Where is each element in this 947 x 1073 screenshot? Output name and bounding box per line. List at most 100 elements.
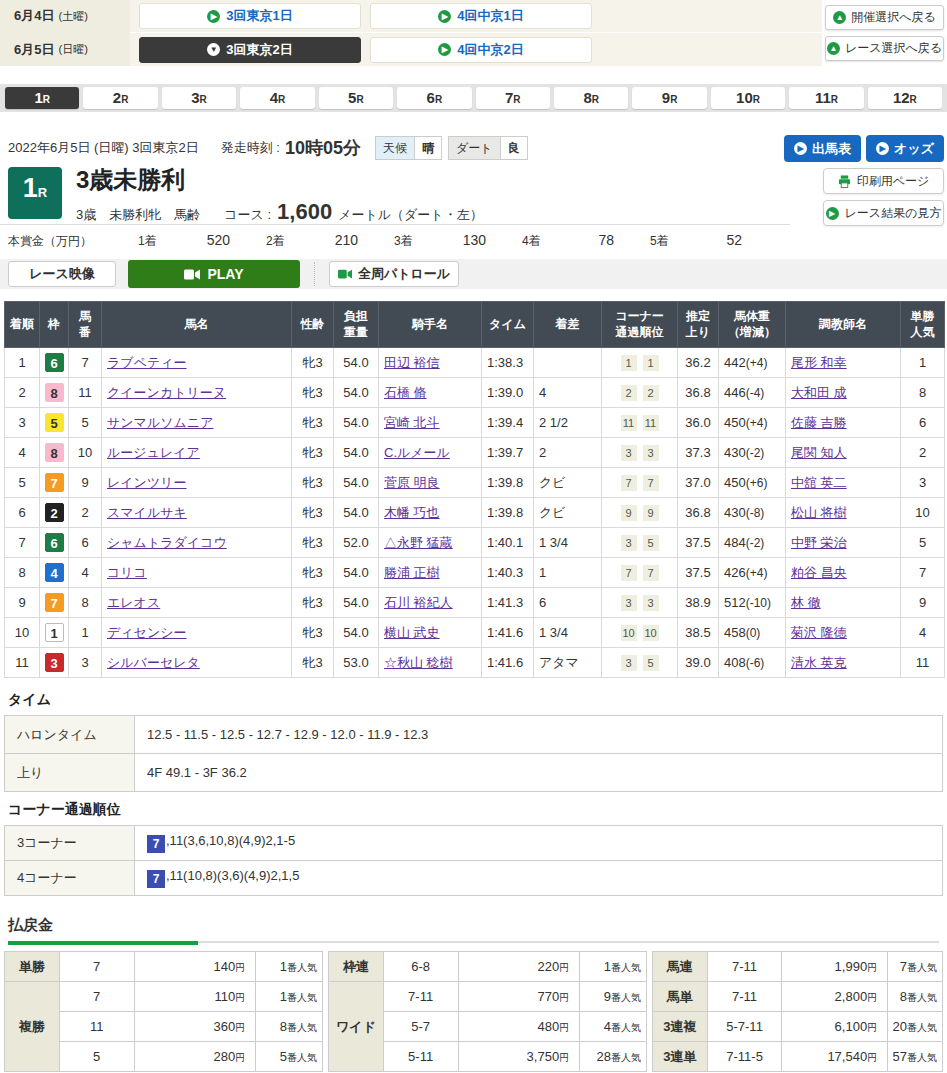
bracket-badge: 5 [45,413,64,432]
bet-type-label: 3連単 [652,1042,707,1072]
finish-position: 9 [5,588,40,618]
payout-popularity: 5番人気 [256,1042,323,1072]
result-guide-button[interactable]: ▶レース結果の見方 [823,200,944,226]
trainer-link[interactable]: 大和田 成 [791,385,847,400]
horse-name-link[interactable]: エレオス [107,595,160,610]
horse-name-link[interactable]: サンマルソムニア [107,415,213,430]
race-tab-4r[interactable]: 4R [240,87,314,109]
race-tab-2r[interactable]: 2R [83,87,157,109]
horse-name-link[interactable]: シャムトラダイコウ [107,535,227,550]
last-3f: 36.0 [678,408,719,438]
horse-name-link[interactable]: ディセンシー [107,625,187,640]
course-button-chukyo1[interactable]: ▶4回中京1日 [370,3,592,29]
trainer-link[interactable]: 菊沢 隆徳 [791,625,847,640]
trainer-link[interactable]: 中野 栄治 [791,535,847,550]
jockey-link[interactable]: C.ルメール [384,445,450,460]
corner-position: 5 [643,535,659,551]
odds-button[interactable]: ▶オッズ [866,135,944,162]
prize-amount: 520 [207,232,230,248]
jockey-link[interactable]: 横山 武史 [384,625,440,640]
trainer-link[interactable]: 尾形 和幸 [791,355,847,370]
time: 1:41.6 [482,648,534,678]
payout-popularity: 20番人気 [888,1012,943,1042]
prize-rank: 4着 [522,233,541,250]
last-3f: 37.5 [678,528,719,558]
bracket-number: 5 [40,408,69,438]
race-tab-6r[interactable]: 6R [397,87,471,109]
horse-name-link[interactable]: ルージュレイア [107,445,200,460]
race-tab-11r[interactable]: 11R [789,87,863,109]
play-button[interactable]: PLAY [128,260,300,288]
payout-row: 複勝7110円1番人気 [5,982,323,1012]
entry-table-button[interactable]: ▶出馬表 [784,135,861,162]
trainer-link[interactable]: 林 徹 [791,595,821,610]
course-button-tokyo2[interactable]: ▼3回東京2日 [139,37,361,63]
horse-number: 2 [69,498,102,528]
horse-weight-diff: (-2) [746,446,765,460]
date-row-sun: 6月5日 (日曜) ▼3回東京2日 ▶4回中京2日 [0,33,822,66]
corner-positions: 22 [602,378,678,408]
last-time-value: 4F 49.1 - 3F 36.2 [135,754,943,792]
race-tab-9r[interactable]: 9R [632,87,706,109]
horse-name-link[interactable]: ラブペティー [107,355,187,370]
trainer-link[interactable]: 中舘 英二 [791,475,847,490]
time: 1:38.3 [482,348,534,378]
back-to-race-select-button[interactable]: ▲レース選択へ戻る [825,36,944,61]
print-page-button[interactable]: 印刷用ページ [823,168,944,194]
race-tab-8r[interactable]: 8R [554,87,628,109]
jockey-link[interactable]: ☆秋山 稔樹 [384,655,453,670]
corner-section-title: コーナー通過順位 [8,801,947,819]
course-button-chukyo2[interactable]: ▶4回中京2日 [370,37,592,63]
back-to-kaisai-button[interactable]: ▲開催選択へ戻る [825,5,944,30]
payout-popularity: 1番人気 [580,952,647,982]
win-popularity: 2 [901,438,945,468]
race-tab-1r[interactable]: 1R [5,87,79,109]
jockey-link[interactable]: 石橋 脩 [384,385,427,400]
horse-name-link[interactable]: スマイルサキ [107,505,187,520]
race-tab-7r[interactable]: 7R [476,87,550,109]
payout-amount: 770円 [458,982,580,1012]
bet-selection: 7-11-5 [707,1042,782,1072]
time: 1:39.0 [482,378,534,408]
jockey-link[interactable]: 勝浦 正樹 [384,565,440,580]
jockey-link[interactable]: 木幡 巧也 [384,505,440,520]
race-tab-5r[interactable]: 5R [319,87,393,109]
trainer-link[interactable]: 松山 将樹 [791,505,847,520]
ninki-suffix: 番人気 [907,992,937,1003]
horse-name-link[interactable]: レインツリー [107,475,187,490]
jockey-link[interactable]: 菅原 明良 [384,475,440,490]
weather-chip: 天候 晴 [375,136,442,160]
corner-position: 10 [643,625,659,641]
trainer-link[interactable]: 尾関 知人 [791,445,847,460]
race-tab-12r[interactable]: 12R [868,87,942,109]
jockey-link[interactable]: 宮崎 北斗 [384,415,440,430]
jockey-name: 横山 武史 [379,618,482,648]
horse-weight: 512(-10) [719,588,786,618]
back-circle-icon: ▲ [827,42,840,55]
trainer-link[interactable]: 粕谷 昌央 [791,565,847,580]
jockey-link[interactable]: 田辺 裕信 [384,355,440,370]
horse-name: クイーンカトリーヌ [102,378,292,408]
jockey-link[interactable]: △永野 猛蔵 [384,535,453,550]
margin: 1 3/4 [534,528,602,558]
jockey-name: 宮崎 北斗 [379,408,482,438]
bracket-badge: 7 [45,593,64,612]
corner-position: 3 [621,535,637,551]
race-tab-3r[interactable]: 3R [162,87,236,109]
race-video-button[interactable]: レース映像 [8,261,116,287]
bet-selection: 5-11 [383,1042,458,1072]
bet-type-label: 馬連 [652,952,707,982]
bracket-badge: 2 [45,503,64,522]
horse-name-link[interactable]: クイーンカトリーヌ [107,385,226,400]
patrol-video-button[interactable]: 全周パトロール [329,261,459,287]
jockey-link[interactable]: 石川 裕紀人 [384,595,453,610]
prize-amount: 52 [726,232,742,248]
race-number-badge: 1R [8,167,62,219]
race-tab-10r[interactable]: 10R [711,87,785,109]
horse-name-link[interactable]: コリコ [107,565,147,580]
horse-weight-diff: (-6) [746,656,765,670]
course-button-tokyo1[interactable]: ▶3回東京1日 [139,3,361,29]
horse-name-link[interactable]: シルバーセレタ [107,655,200,670]
trainer-link[interactable]: 佐藤 吉勝 [791,415,847,430]
trainer-link[interactable]: 清水 英克 [791,655,847,670]
